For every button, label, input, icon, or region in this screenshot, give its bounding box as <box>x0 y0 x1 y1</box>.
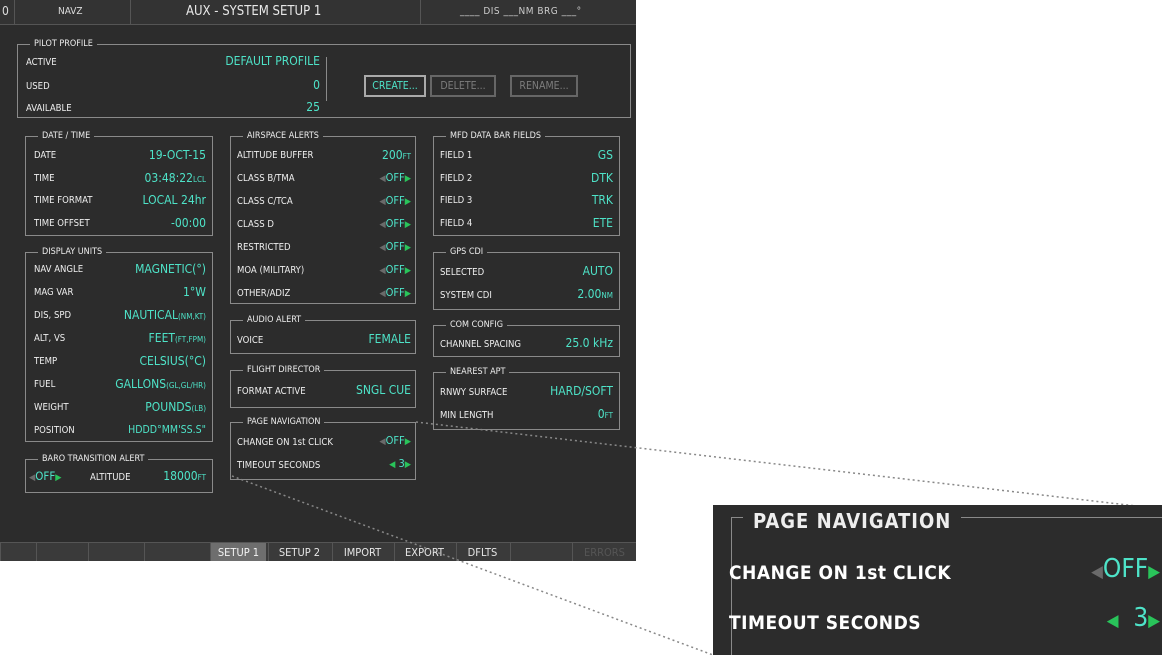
callout-panel <box>731 517 1162 655</box>
callout-change-on-click-toggle[interactable]: ◀OFF▶ <box>1091 554 1160 584</box>
right-arrow-icon: ▶ <box>1148 611 1160 631</box>
callout-timeout-stepper[interactable]: ◀ 3▶ <box>1107 603 1160 633</box>
callout-change-on-click-label: CHANGE ON 1st CLICK <box>729 562 952 584</box>
left-arrow-icon: ◀ <box>1091 562 1103 582</box>
callout-timeout-label: TIMEOUT SECONDS <box>729 612 922 634</box>
callout-timeout-value: 3 <box>1133 603 1149 633</box>
right-arrow-icon: ▶ <box>1148 562 1160 582</box>
callout-title: PAGE NAVIGATION <box>743 509 962 533</box>
left-arrow-icon: ◀ <box>1106 611 1119 631</box>
page-navigation-callout: PAGE NAVIGATION CHANGE ON 1st CLICK ◀OFF… <box>713 505 1162 655</box>
callout-change-on-click-value: OFF <box>1102 554 1149 584</box>
